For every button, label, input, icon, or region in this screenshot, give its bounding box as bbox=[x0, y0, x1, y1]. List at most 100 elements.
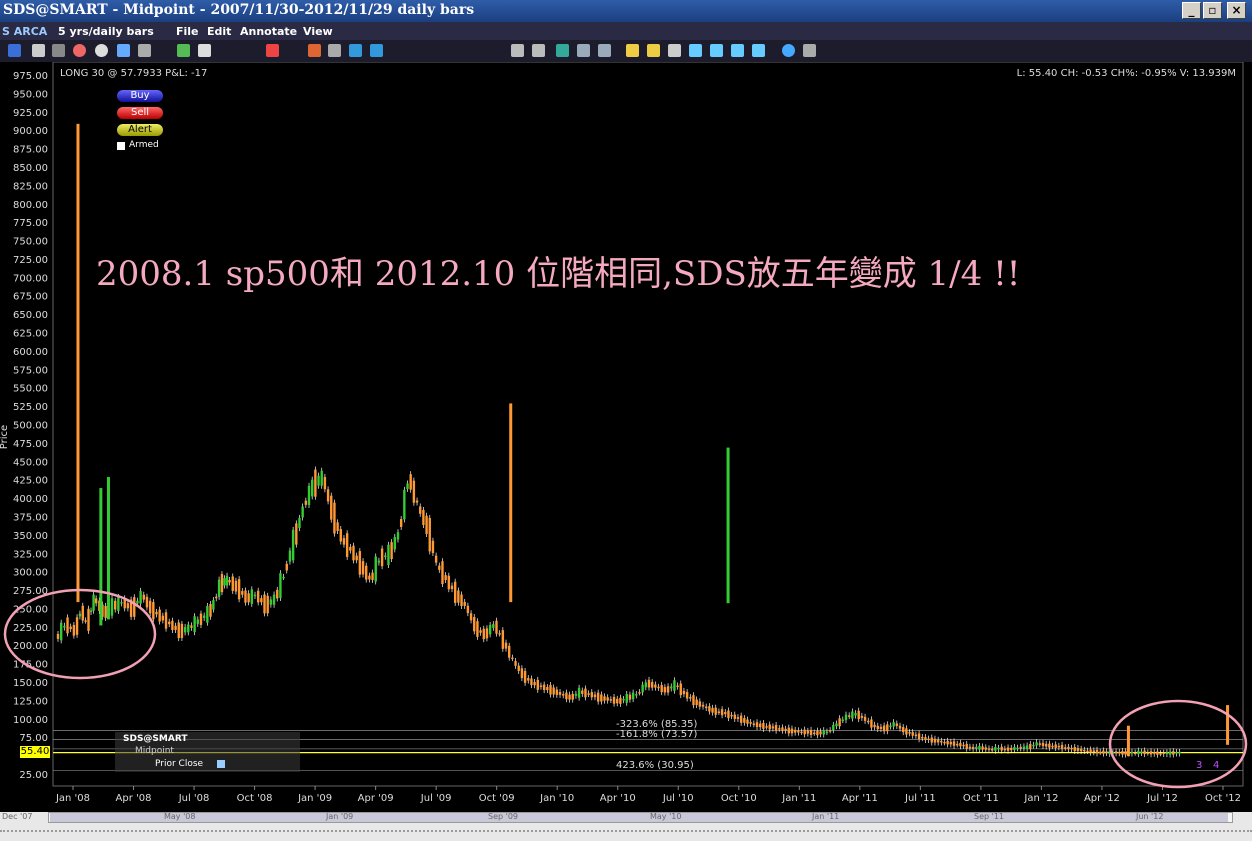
price-bar bbox=[641, 684, 644, 693]
scroll-label: Sep '11 bbox=[974, 812, 1004, 821]
refresh-icon[interactable] bbox=[782, 44, 795, 57]
sell-button[interactable]: Sell bbox=[117, 107, 163, 119]
price-bar bbox=[393, 537, 397, 550]
layout-icon[interactable] bbox=[117, 44, 130, 57]
price-bar bbox=[199, 613, 203, 625]
y-tick-label: 600.00 bbox=[13, 347, 48, 358]
price-bar bbox=[320, 470, 323, 486]
zoom-out-icon[interactable] bbox=[647, 44, 660, 57]
zoom-in-icon[interactable] bbox=[626, 44, 639, 57]
price-bar bbox=[1102, 750, 1105, 754]
grid-icon[interactable] bbox=[32, 44, 45, 57]
price-bar bbox=[479, 630, 482, 633]
y-tick-label: 925.00 bbox=[13, 108, 48, 119]
y-tick-label: 550.00 bbox=[13, 384, 48, 395]
y-tick-label: 150.00 bbox=[13, 678, 48, 689]
price-bar bbox=[762, 722, 765, 729]
restore-button[interactable]: ▫ bbox=[1203, 2, 1222, 19]
legend-symbol: SDS@SMART bbox=[123, 734, 188, 744]
price-chart[interactable]: 975.00 950.00 925.00 900.00 875.00 850.00 825.… bbox=[0, 61, 1252, 812]
scroll-thumb[interactable] bbox=[50, 813, 1228, 822]
price-bar bbox=[387, 544, 390, 566]
study-legend: SDS@SMART Midpoint Prior Close bbox=[115, 732, 300, 772]
armed-checkbox[interactable] bbox=[117, 142, 125, 150]
chart-type-icon[interactable] bbox=[8, 44, 21, 57]
chart-toolbar bbox=[0, 40, 1252, 63]
price-bar bbox=[288, 550, 292, 562]
menu-file[interactable]: File bbox=[176, 25, 199, 38]
color-icon[interactable] bbox=[73, 44, 86, 57]
price-bar bbox=[1025, 745, 1029, 749]
text-tool-icon[interactable] bbox=[349, 44, 362, 57]
price-bar bbox=[1016, 747, 1019, 750]
buy-button[interactable]: Buy bbox=[117, 90, 163, 102]
price-bar bbox=[711, 707, 714, 713]
draw-line-icon[interactable] bbox=[266, 44, 279, 57]
circle-icon[interactable] bbox=[95, 44, 108, 57]
pointer-icon[interactable] bbox=[328, 44, 341, 57]
price-bar bbox=[695, 699, 698, 706]
price-bar bbox=[1178, 751, 1181, 754]
compress-icon[interactable] bbox=[731, 44, 744, 57]
undo-icon[interactable] bbox=[511, 44, 524, 57]
price-bar bbox=[1133, 752, 1137, 754]
redo-icon[interactable] bbox=[532, 44, 545, 57]
price-bar bbox=[87, 608, 90, 631]
zoom-icon[interactable] bbox=[138, 44, 151, 57]
prior-close-checkbox[interactable] bbox=[217, 760, 225, 768]
close-button[interactable]: × bbox=[1227, 2, 1246, 19]
price-bar bbox=[1156, 751, 1159, 755]
price-bar bbox=[949, 741, 953, 745]
price-bar bbox=[1089, 749, 1092, 753]
price-bar bbox=[704, 706, 708, 709]
scroll-dots bbox=[0, 830, 1252, 833]
price-bar bbox=[921, 736, 924, 739]
fibonacci-icon[interactable] bbox=[598, 44, 611, 57]
price-bar bbox=[333, 502, 336, 534]
crosshair-icon[interactable] bbox=[308, 44, 321, 57]
price-bar bbox=[1029, 743, 1032, 749]
y-tick-label: 375.00 bbox=[13, 512, 48, 523]
x-tick-label: Apr '10 bbox=[600, 793, 636, 804]
time-scrollbar[interactable]: Dec '07 May '08 Jan '09 Sep '09 May '10 Jan '… bbox=[0, 812, 1252, 841]
y-tick-label: 350.00 bbox=[13, 531, 48, 542]
menu-view[interactable]: View bbox=[303, 25, 333, 38]
price-bar bbox=[946, 740, 949, 745]
text-box-icon[interactable] bbox=[370, 44, 383, 57]
price-bar bbox=[1044, 743, 1048, 747]
menu-edit[interactable]: Edit bbox=[207, 25, 231, 38]
period-selector[interactable]: 5 yrs/daily bars bbox=[58, 25, 154, 38]
price-bar bbox=[180, 623, 184, 638]
scroll-left-icon[interactable] bbox=[710, 44, 723, 57]
menu-annotate[interactable]: Annotate bbox=[240, 25, 297, 38]
price-bar bbox=[876, 725, 879, 729]
print-icon[interactable] bbox=[52, 44, 65, 57]
channel-icon[interactable] bbox=[577, 44, 590, 57]
price-bar bbox=[832, 724, 835, 731]
minimize-button[interactable]: _ bbox=[1182, 2, 1201, 19]
price-bar bbox=[460, 594, 463, 606]
x-tick-label: Jan '12 bbox=[1023, 793, 1058, 804]
price-bar bbox=[133, 597, 136, 617]
price-bar bbox=[765, 726, 768, 728]
price-bar bbox=[717, 711, 721, 713]
price-bar bbox=[75, 617, 79, 635]
settings-icon[interactable] bbox=[803, 44, 816, 57]
exchange-selector[interactable]: S ARCA bbox=[2, 25, 47, 38]
price-bar bbox=[1114, 751, 1118, 754]
price-bar bbox=[965, 743, 968, 749]
trendline-icon[interactable] bbox=[556, 44, 569, 57]
expand-icon[interactable] bbox=[752, 44, 765, 57]
study-icon[interactable] bbox=[177, 44, 190, 57]
alert-button[interactable]: Alert bbox=[117, 124, 163, 136]
price-bar bbox=[609, 699, 613, 701]
window-icon[interactable] bbox=[198, 44, 211, 57]
scale-icon[interactable] bbox=[689, 44, 702, 57]
chart-area[interactable]: 975.00 950.00 925.00 900.00 875.00 850.00 825.… bbox=[0, 61, 1252, 812]
fit-icon[interactable] bbox=[668, 44, 681, 57]
price-bar bbox=[390, 542, 393, 560]
price-bar bbox=[380, 548, 384, 567]
price-bar bbox=[298, 517, 301, 529]
price-bar bbox=[517, 665, 520, 671]
price-bar bbox=[927, 738, 930, 741]
